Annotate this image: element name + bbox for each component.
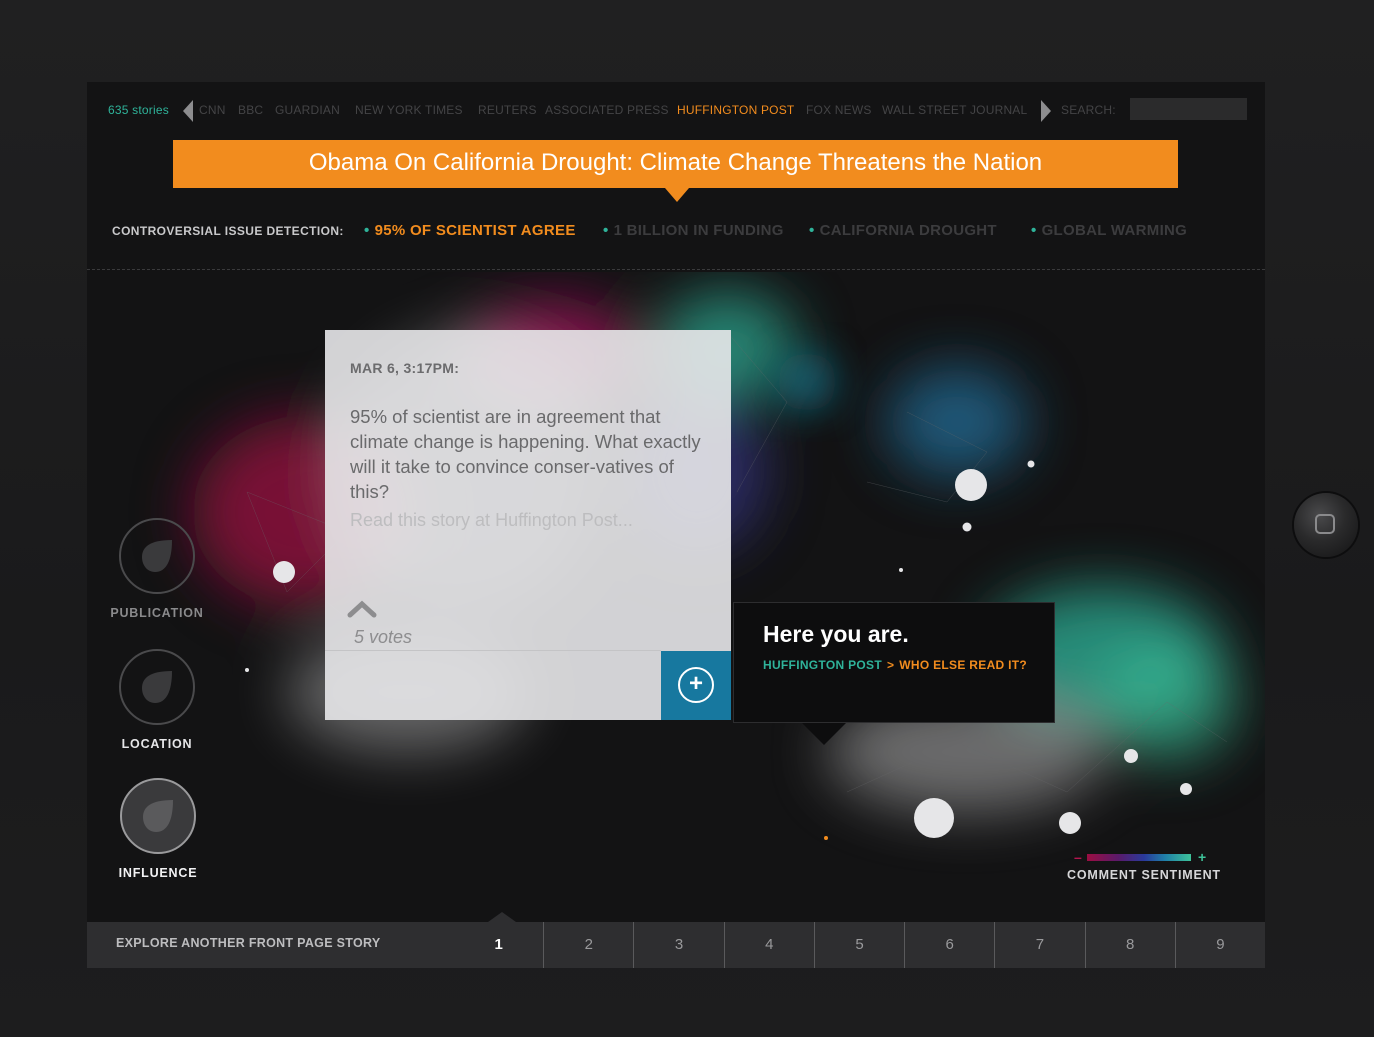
sentiment-plus: +: [1198, 849, 1207, 865]
source-reuters[interactable]: REUTERS: [478, 103, 537, 117]
filter-ring: [119, 518, 195, 594]
page-6[interactable]: 6: [904, 922, 994, 968]
filter-location[interactable]: LOCATION: [87, 649, 227, 751]
here-pointer: [802, 723, 846, 745]
sentiment-label: COMMENT SENTIMENT: [1067, 868, 1221, 882]
here-breadcrumb: HUFFINGTON POST > WHO ELSE READ IT?: [763, 658, 1027, 672]
pager-label: EXPLORE ANOTHER FRONT PAGE STORY: [116, 936, 381, 950]
tablet-corner: [1321, 0, 1374, 143]
page-3[interactable]: 3: [633, 922, 723, 968]
drop-icon: [142, 671, 172, 703]
who-else-read-link[interactable]: WHO ELSE READ IT?: [899, 658, 1027, 672]
issue-detection-bar: CONTROVERSIAL ISSUE DETECTION: • 95% OF S…: [87, 218, 1265, 248]
comment-card: MAR 6, 3:17PM: 95% of scientist are in a…: [325, 330, 731, 720]
home-square-icon: [1315, 514, 1335, 534]
issue-label: GLOBAL WARMING: [1041, 222, 1188, 239]
home-button[interactable]: [1294, 493, 1358, 557]
issue-item[interactable]: • 1 BILLION IN FUNDING: [603, 222, 784, 239]
search-input[interactable]: [1130, 98, 1247, 120]
here-title: Here you are.: [763, 621, 909, 647]
source-bbc[interactable]: BBC: [238, 103, 263, 117]
read-story-link[interactable]: Read this story at Huffington Post...: [350, 510, 633, 531]
crumb-source[interactable]: HUFFINGTON POST: [763, 658, 882, 672]
filter-label: INFLUENCE: [118, 866, 198, 880]
you-are-here-node: [824, 836, 828, 840]
plus-icon: +: [678, 667, 714, 703]
page-7[interactable]: 7: [994, 922, 1084, 968]
here-you-are-popup: Here you are. HUFFINGTON POST > WHO ELSE R…: [733, 602, 1055, 723]
source-fox-news[interactable]: FOX NEWS: [806, 103, 872, 117]
page-5[interactable]: 5: [813, 922, 904, 968]
source-cnn[interactable]: CNN: [199, 103, 226, 117]
issue-label: 1 BILLION IN FUNDING: [613, 222, 784, 239]
nav-prev-arrow-icon[interactable]: [183, 100, 193, 122]
comment-date: MAR 6, 3:17PM:: [350, 360, 460, 376]
filter-label: PUBLICATION: [110, 606, 204, 620]
pager-pages: 1 2 3 4 5 6 7 8 9: [454, 922, 1265, 968]
sentiment-minus: –: [1074, 849, 1082, 865]
crumb-separator: >: [886, 658, 895, 672]
upvote-chevron-icon[interactable]: [347, 598, 377, 620]
headline-banner[interactable]: Obama On California Drought: Climate Cha…: [173, 140, 1178, 188]
nav-next-arrow-icon[interactable]: [1041, 100, 1051, 122]
filter-ring: [119, 649, 195, 725]
headline-pointer: [665, 188, 689, 202]
page-1[interactable]: 1: [454, 922, 543, 968]
app-screen: 635 stories CNN BBC GUARDIAN NEW YORK TI…: [87, 82, 1265, 968]
section-divider: [87, 269, 1265, 270]
issue-detection-label: CONTROVERSIAL ISSUE DETECTION:: [112, 224, 344, 238]
filter-label: LOCATION: [121, 737, 193, 751]
search-label: SEARCH:: [1061, 103, 1116, 117]
issue-item[interactable]: • CALIFORNIA DROUGHT: [809, 222, 997, 239]
source-nav: 635 stories CNN BBC GUARDIAN NEW YORK TI…: [87, 98, 1265, 122]
add-comment-button[interactable]: +: [661, 651, 731, 720]
drop-icon: [143, 800, 173, 832]
source-associated-press[interactable]: ASSOCIATED PRESS: [545, 103, 669, 117]
page-9[interactable]: 9: [1174, 922, 1265, 968]
pager-pointer: [488, 912, 516, 922]
story-count: 635 stories: [108, 103, 169, 117]
source-wall-street-journal[interactable]: WALL STREET JOURNAL: [882, 103, 1027, 117]
issue-item[interactable]: • 95% OF SCIENTIST AGREE: [364, 222, 576, 239]
source-new-york-times[interactable]: NEW YORK TIMES: [355, 103, 463, 117]
issue-item[interactable]: • GLOBAL WARMING: [1031, 222, 1187, 239]
drop-icon: [142, 540, 172, 572]
card-separator: [325, 650, 661, 651]
issue-label: CALIFORNIA DROUGHT: [819, 222, 997, 239]
filter-ring: [120, 778, 196, 854]
comment-body: 95% of scientist are in agreement that c…: [350, 406, 701, 502]
source-huffington-post[interactable]: HUFFINGTON POST: [677, 103, 794, 117]
story-pager: EXPLORE ANOTHER FRONT PAGE STORY 1 2 3 4…: [87, 912, 1265, 968]
page-8[interactable]: 8: [1084, 922, 1175, 968]
source-guardian[interactable]: GUARDIAN: [275, 103, 340, 117]
sentiment-gradient-bar: [1087, 854, 1191, 861]
filter-publication[interactable]: PUBLICATION: [87, 518, 227, 620]
page-4[interactable]: 4: [723, 922, 814, 968]
issue-label: 95% OF SCIENTIST AGREE: [374, 222, 576, 239]
vote-count: 5 votes: [354, 627, 413, 647]
filter-influence[interactable]: INFLUENCE: [88, 778, 228, 880]
page-2[interactable]: 2: [543, 922, 633, 968]
